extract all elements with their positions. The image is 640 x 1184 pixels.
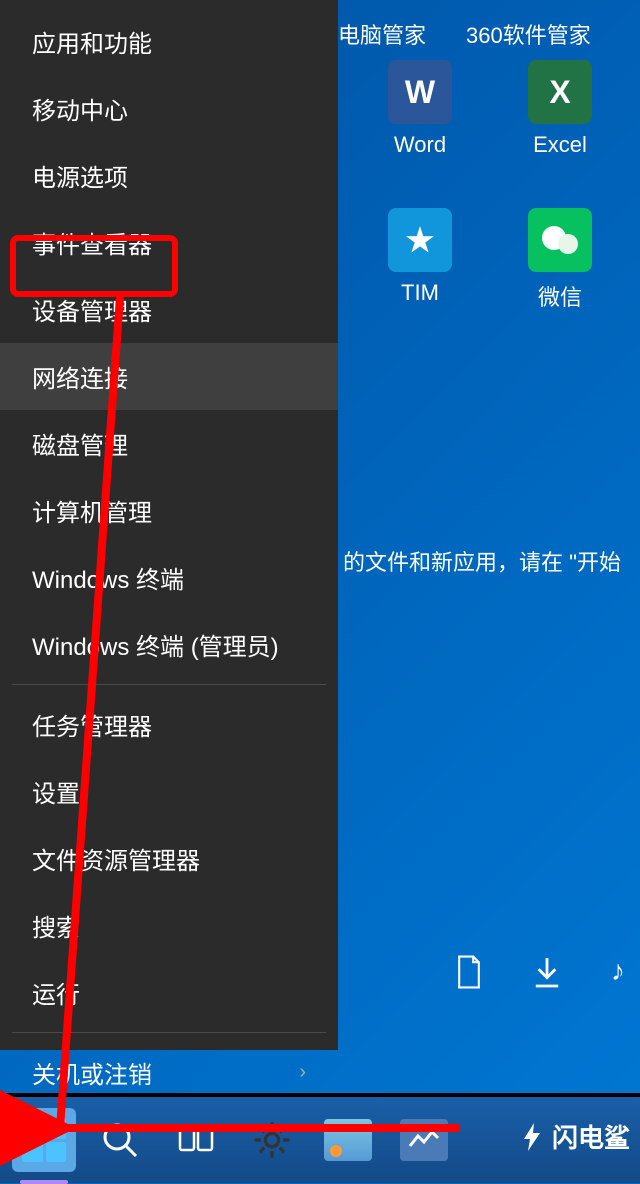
desktop-hint-text: 的文件和新应用，请在 "开始 <box>343 545 621 577</box>
menu-mobility-center[interactable]: 移动中心 <box>0 75 338 142</box>
desktop-icon-tim[interactable]: ★ TIM <box>370 208 470 312</box>
menu-power-options[interactable]: 电源选项 <box>0 142 338 209</box>
file-icon[interactable] <box>455 955 483 996</box>
wechat-icon <box>528 208 592 272</box>
word-icon: W <box>388 60 452 124</box>
icon-label: Excel <box>533 132 587 158</box>
menu-run[interactable]: 运行 <box>0 959 338 1026</box>
icon-label: 微信 <box>538 280 582 312</box>
winx-context-menu: 应用和功能 移动中心 电源选项 事件查看器 设备管理器 网络连接 磁盘管理 计算… <box>0 0 338 1050</box>
menu-device-manager[interactable]: 设备管理器 <box>0 276 338 343</box>
search-icon <box>100 1120 140 1160</box>
active-indicator <box>20 1180 68 1184</box>
menu-separator <box>12 684 326 685</box>
search-button[interactable] <box>88 1108 152 1172</box>
menu-windows-terminal-admin[interactable]: Windows 终端 (管理员) <box>0 611 338 678</box>
watermark: 闪电鲨 <box>516 1118 630 1155</box>
desktop-icon-word[interactable]: W Word <box>370 60 470 158</box>
icon-label: Word <box>394 132 446 158</box>
app-icon <box>400 1119 448 1161</box>
settings-button[interactable] <box>240 1108 304 1172</box>
windows-logo-icon <box>22 1118 66 1162</box>
menu-computer-management[interactable]: 计算机管理 <box>0 477 338 544</box>
music-icon[interactable]: ♪ <box>611 955 625 996</box>
desktop-icon-wechat[interactable]: 微信 <box>510 208 610 312</box>
menu-settings[interactable]: 设置 <box>0 758 338 825</box>
task-view-button[interactable] <box>164 1108 228 1172</box>
gear-icon <box>250 1118 294 1162</box>
menu-separator <box>12 1032 326 1033</box>
app-icon <box>324 1119 372 1161</box>
menu-file-explorer[interactable]: 文件资源管理器 <box>0 825 338 892</box>
taskbar-app-1[interactable] <box>316 1108 380 1172</box>
start-button[interactable] <box>12 1108 76 1172</box>
chevron-right-icon: › <box>299 1061 306 1084</box>
download-icon[interactable] <box>533 955 561 996</box>
task-view-icon <box>176 1120 216 1160</box>
menu-task-manager[interactable]: 任务管理器 <box>0 691 338 758</box>
excel-icon: X <box>528 60 592 124</box>
desktop-icon-excel[interactable]: X Excel <box>510 60 610 158</box>
menu-search[interactable]: 搜索 <box>0 892 338 959</box>
menu-apps-features[interactable]: 应用和功能 <box>0 8 338 75</box>
tim-icon: ★ <box>388 208 452 272</box>
taskbar-app-2[interactable] <box>392 1108 456 1172</box>
desktop-icons-area: W Word X Excel ★ TIM 微信 <box>340 0 640 322</box>
menu-disk-management[interactable]: 磁盘管理 <box>0 410 338 477</box>
start-link[interactable]: "开始 <box>569 550 621 575</box>
menu-event-viewer[interactable]: 事件查看器 <box>0 209 338 276</box>
menu-network-connections[interactable]: 网络连接 <box>0 343 338 410</box>
side-quick-icons: ♪ <box>455 955 625 996</box>
icon-label: TIM <box>401 280 439 306</box>
menu-windows-terminal[interactable]: Windows 终端 <box>0 544 338 611</box>
